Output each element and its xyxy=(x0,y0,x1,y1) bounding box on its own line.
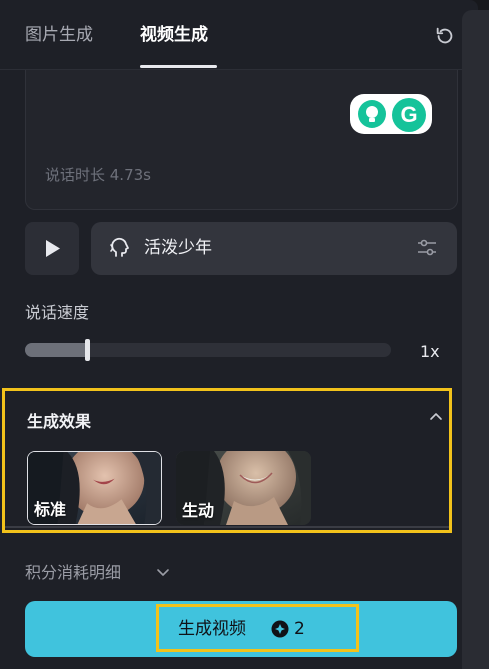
refresh-icon[interactable] xyxy=(434,25,456,47)
generate-highlight: 生成视频 2 xyxy=(156,604,359,652)
speech-speed-label: 说话速度 xyxy=(25,303,90,322)
effect-option-label: 标准 xyxy=(34,500,67,519)
speed-slider-thumb[interactable] xyxy=(85,339,90,361)
tab-bar: 图片生成 视频生成 xyxy=(0,0,478,70)
play-icon xyxy=(46,240,60,257)
chevron-up-icon[interactable] xyxy=(429,409,443,423)
tab-video-generation[interactable]: 视频生成 xyxy=(140,23,208,47)
speed-slider[interactable] xyxy=(25,339,391,361)
voice-name: 活泼少年 xyxy=(144,238,212,258)
speech-duration: 说话时长 4.73s xyxy=(45,166,151,184)
grammarly-icon[interactable]: G xyxy=(392,98,426,132)
generation-effect-section: 生成效果 标准 生动 xyxy=(2,388,452,533)
voice-selector[interactable]: 活泼少年 xyxy=(91,222,457,275)
video-generation-panel: 图片生成 视频生成 G 说话时长 4.73s 活泼少年 说话速度 1x 生成效果… xyxy=(0,0,478,669)
coin-icon xyxy=(271,620,289,638)
grammarly-bulb-icon[interactable] xyxy=(358,100,386,128)
credits-detail-toggle[interactable]: 积分消耗明细 xyxy=(25,559,121,583)
speed-slider-fill xyxy=(25,343,87,357)
credit-cost: 2 xyxy=(294,619,305,639)
generate-label: 生成视频 xyxy=(178,619,246,639)
settings-sliders-icon[interactable] xyxy=(416,237,438,259)
effect-option-label: 生动 xyxy=(182,501,215,520)
generate-video-button[interactable]: 生成视频 2 xyxy=(25,601,457,657)
effect-title: 生成效果 xyxy=(27,412,92,431)
play-button[interactable] xyxy=(25,222,79,275)
divider xyxy=(5,526,449,528)
effect-option-standard[interactable]: 标准 xyxy=(27,451,162,525)
tab-image-generation[interactable]: 图片生成 xyxy=(25,23,93,47)
adjacent-panel-edge xyxy=(462,10,489,669)
active-tab-indicator xyxy=(140,65,217,68)
chevron-down-icon[interactable] xyxy=(156,565,170,579)
speed-value: 1x xyxy=(420,342,440,361)
audio-preview-card: G 说话时长 4.73s xyxy=(25,70,458,210)
grammarly-widget[interactable]: G xyxy=(350,94,432,134)
effect-option-vivid[interactable]: 生动 xyxy=(176,451,311,525)
voice-head-icon xyxy=(110,237,129,257)
